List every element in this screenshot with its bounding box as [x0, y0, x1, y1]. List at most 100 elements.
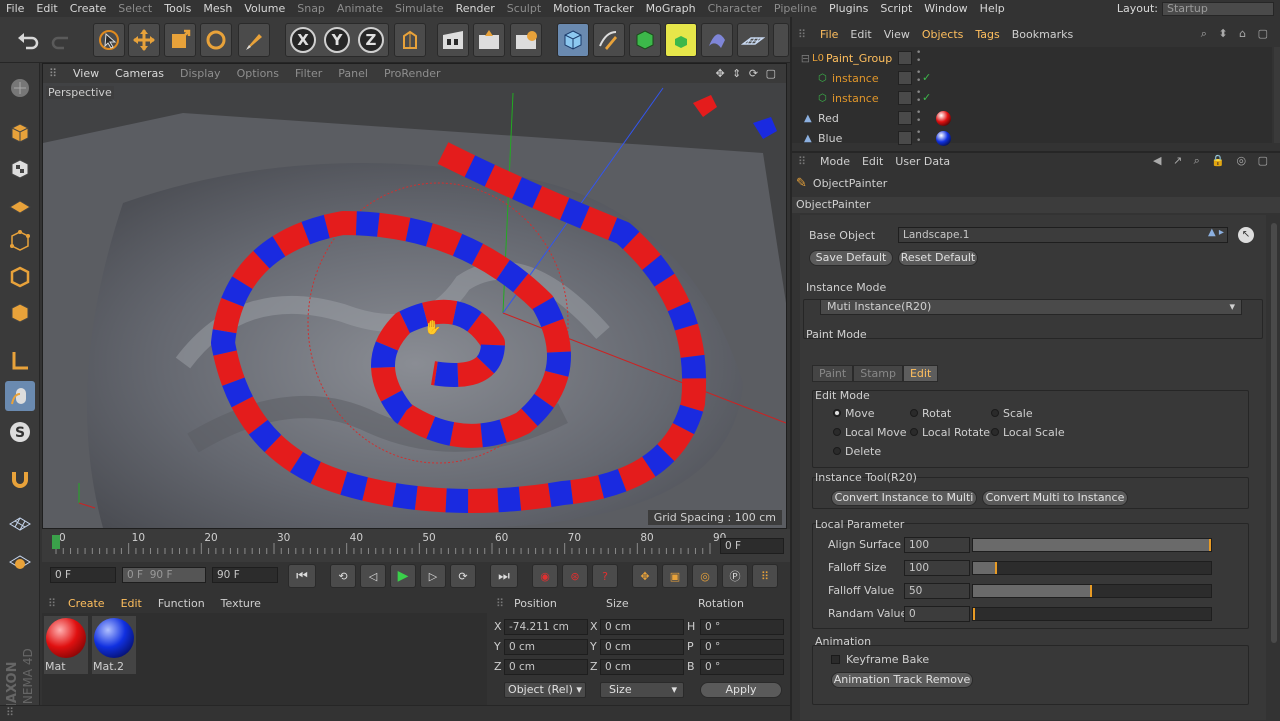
position-field[interactable]: 0 cm [504, 659, 588, 675]
reset-default-button[interactable]: Reset Default [898, 250, 978, 266]
object-row[interactable]: ▲ Blue • • [792, 129, 1272, 148]
workplane-snap-icon[interactable] [5, 507, 35, 537]
menu-file[interactable]: File [0, 2, 30, 15]
autokey-button[interactable]: ⊛ [562, 564, 588, 588]
objects-menu-tags[interactable]: Tags [969, 28, 1005, 41]
make-editable-button[interactable] [5, 73, 35, 103]
rotation-field[interactable]: 0 ° [700, 639, 784, 655]
subdivision-surface-button[interactable] [629, 23, 661, 57]
object-name[interactable]: Paint_Group [826, 52, 892, 65]
workplane-mode-icon[interactable] [5, 190, 35, 220]
menu-mesh[interactable]: Mesh [197, 2, 238, 15]
record-position-button[interactable]: ✥ [632, 564, 658, 588]
size-field[interactable]: 0 cm [600, 639, 684, 655]
attr-tab-title[interactable]: ObjectPainter [792, 197, 1280, 213]
attr-menu-userdata[interactable]: User Data [889, 155, 956, 168]
layer-icon[interactable] [898, 51, 912, 65]
position-field[interactable]: -74.211 cm [504, 619, 588, 635]
base-object-field[interactable]: Landscape.1 [898, 227, 1228, 243]
object-name[interactable]: instance [832, 72, 879, 85]
material-menu-create[interactable]: Create [60, 597, 113, 610]
param-value-field[interactable]: 100 [904, 537, 970, 553]
visibility-dots[interactable]: • • [916, 69, 921, 86]
next-frame-button[interactable]: ▷ [420, 564, 446, 588]
record-keys-button[interactable]: ◉ [532, 564, 558, 588]
scrollbar-thumb[interactable] [1271, 223, 1277, 643]
radio-local-scale[interactable] [991, 428, 999, 436]
z-axis-lock-button[interactable]: Z [358, 27, 384, 53]
next-key-button[interactable]: ⟳ [450, 564, 476, 588]
convert-to-multi-button[interactable]: Convert Instance to Multi [831, 490, 977, 506]
animation-track-remove-button[interactable]: Animation Track Remove [831, 672, 973, 688]
attr-menu-mode[interactable]: Mode [814, 155, 856, 168]
keyframe-bake-checkbox[interactable] [831, 655, 840, 664]
menu-edit[interactable]: Edit [30, 2, 63, 15]
layout-selector[interactable]: Layout: Startup [1117, 0, 1274, 17]
object-name[interactable]: Red [818, 112, 839, 125]
axis-mode-icon[interactable] [5, 345, 35, 375]
preview-range-field[interactable]: 0 F 90 F [122, 567, 206, 583]
save-default-button[interactable]: Save Default [809, 250, 893, 266]
x-axis-lock-button[interactable]: X [290, 27, 316, 53]
slider-knob[interactable] [973, 608, 975, 620]
enabled-check-icon[interactable]: ✓ [922, 71, 931, 84]
tree-expander[interactable]: ⊟ [792, 52, 812, 65]
instance-mode-dropdown[interactable]: Muti Instance(R20) ▾ [820, 299, 1242, 315]
layer-icon[interactable] [898, 71, 912, 85]
y-axis-lock-button[interactable]: Y [324, 27, 350, 53]
radio-local-move[interactable] [833, 428, 841, 436]
param-slider[interactable] [972, 538, 1212, 552]
menu-create[interactable]: Create [64, 2, 113, 15]
camera-button[interactable] [773, 23, 789, 57]
max-frame-field[interactable]: 90 F [212, 567, 278, 583]
material-menu-edit[interactable]: Edit [113, 597, 150, 610]
convert-to-instance-button[interactable]: Convert Multi to Instance [982, 490, 1128, 506]
objects-menu-bookmarks[interactable]: Bookmarks [1006, 28, 1079, 41]
objects-menu-edit[interactable]: Edit [844, 28, 877, 41]
objects-menu-file[interactable]: File [814, 28, 844, 41]
texture-mode-icon[interactable] [5, 154, 35, 184]
menu-character[interactable]: Character [702, 2, 768, 15]
viewport-menu-panel[interactable]: Panel [330, 67, 376, 80]
enabled-check-icon[interactable]: ✓ [922, 91, 931, 104]
slider-knob[interactable] [994, 562, 997, 574]
playhead[interactable] [52, 535, 60, 549]
rotation-field[interactable]: 0 ° [700, 619, 784, 635]
menu-animate[interactable]: Animate [331, 2, 389, 15]
redo-button[interactable] [46, 23, 78, 57]
attr-nav-icons[interactable]: ◀ ↗ ⌕ 🔒 ◎ ▢ [1153, 154, 1280, 168]
menu-help[interactable]: Help [974, 2, 1011, 15]
object-row[interactable]: ⊟ L0 Paint_Group • • [792, 49, 1272, 68]
scale-tool-button[interactable] [164, 23, 196, 57]
timeline[interactable]: 0102030405060708090 0 F [42, 529, 790, 562]
record-scale-button[interactable]: ▣ [662, 564, 688, 588]
menu-window[interactable]: Window [918, 2, 973, 15]
menu-script[interactable]: Script [874, 2, 918, 15]
menu-volume[interactable]: Volume [238, 2, 291, 15]
tweak-mode-icon[interactable] [5, 381, 35, 411]
slider-knob[interactable] [1209, 539, 1211, 551]
radio-local-rotate[interactable] [910, 428, 918, 436]
menu-select[interactable]: Select [112, 2, 158, 15]
object-row[interactable]: ⬡ instance • • ✓ [792, 89, 1272, 108]
layer-icon[interactable] [898, 111, 912, 125]
render-settings-button[interactable] [510, 23, 542, 57]
base-object-pick-icon[interactable]: ▲ ▸ [1208, 227, 1224, 238]
tab-paint[interactable]: Paint [812, 365, 854, 382]
size-field[interactable]: 0 cm [600, 619, 684, 635]
solo-mode-icon[interactable]: S [5, 417, 35, 447]
grid-snap-icon[interactable] [5, 545, 35, 575]
param-slider[interactable] [972, 584, 1212, 598]
material-tag-icon[interactable] [936, 111, 951, 126]
current-frame-field[interactable]: 0 F [50, 567, 116, 583]
render-view-button[interactable] [437, 23, 469, 57]
attr-menu-edit[interactable]: Edit [856, 155, 889, 168]
param-slider[interactable] [972, 607, 1212, 621]
timeline-end-field[interactable]: 0 F [720, 538, 784, 554]
radio-scale[interactable] [991, 409, 999, 417]
param-value-field[interactable]: 50 [904, 583, 970, 599]
menu-snap[interactable]: Snap [291, 2, 331, 15]
param-slider[interactable] [972, 561, 1212, 575]
objects-menu-view[interactable]: View [878, 28, 916, 41]
radio-move[interactable] [833, 409, 841, 417]
